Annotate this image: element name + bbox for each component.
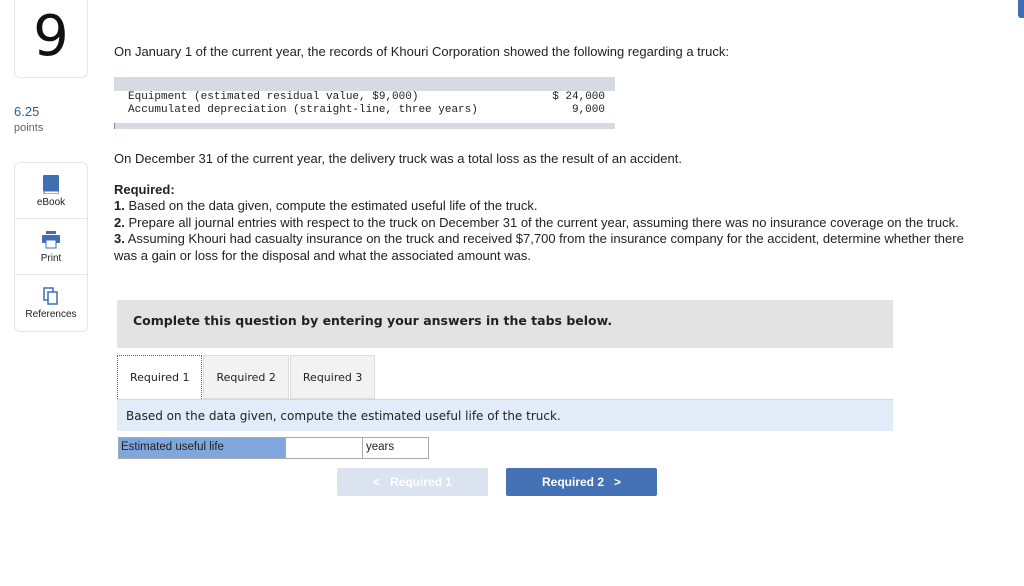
tab-required-1[interactable]: Required 1 [117, 355, 203, 399]
tools-panel: eBook Print References [14, 162, 88, 332]
requirement-item: 3. Assuming Khouri had casualty insuranc… [114, 231, 964, 263]
ebook-label: eBook [36, 197, 66, 208]
tab-required-3[interactable]: Required 3 [289, 355, 376, 399]
answer-row: Estimated useful life years [118, 437, 429, 459]
table-row: Equipment (estimated residual value, $9,… [128, 91, 605, 103]
book-icon [15, 175, 87, 195]
tab-bar: Required 1 Required 2 Required 3 [117, 355, 376, 399]
tab-instruction: Based on the data given, compute the est… [117, 399, 893, 431]
event-text: On December 31 of the current year, the … [114, 151, 682, 166]
tab-required-2[interactable]: Required 2 [203, 355, 289, 399]
requirements-list: 1. Based on the data given, compute the … [114, 198, 974, 264]
references-label: References [25, 309, 77, 320]
financial-table: Equipment (estimated residual value, $9,… [114, 77, 615, 129]
points-value: 6.25 [14, 104, 40, 119]
copy-icon [15, 287, 87, 307]
printer-icon [15, 231, 87, 251]
useful-life-label: Estimated useful life [119, 438, 285, 458]
ebook-button[interactable]: eBook [15, 163, 87, 219]
chevron-left-icon: < [372, 475, 390, 489]
table-row: Accumulated depreciation (straight-line,… [128, 104, 605, 116]
points-label: points [14, 122, 44, 134]
tab-navigation: < Required 1 Required 2 > [337, 468, 657, 496]
unit-label: years [366, 441, 395, 453]
useful-life-input[interactable] [285, 438, 363, 458]
next-tab-button[interactable]: Required 2 > [506, 468, 657, 496]
required-heading: Required: [114, 182, 175, 197]
scroll-indicator[interactable] [1018, 0, 1024, 18]
references-button[interactable]: References [15, 275, 87, 331]
prev-tab-button[interactable]: < Required 1 [337, 468, 488, 496]
intro-text: On January 1 of the current year, the re… [114, 44, 729, 59]
question-number: 9 [14, 0, 88, 78]
print-button[interactable]: Print [15, 219, 87, 275]
requirement-item: 2. Prepare all journal entries with resp… [114, 214, 959, 230]
chevron-right-icon: > [604, 475, 622, 489]
print-label: Print [40, 253, 62, 264]
instructions-box: Complete this question by entering your … [117, 300, 893, 348]
requirement-item: 1. Based on the data given, compute the … [114, 198, 538, 213]
